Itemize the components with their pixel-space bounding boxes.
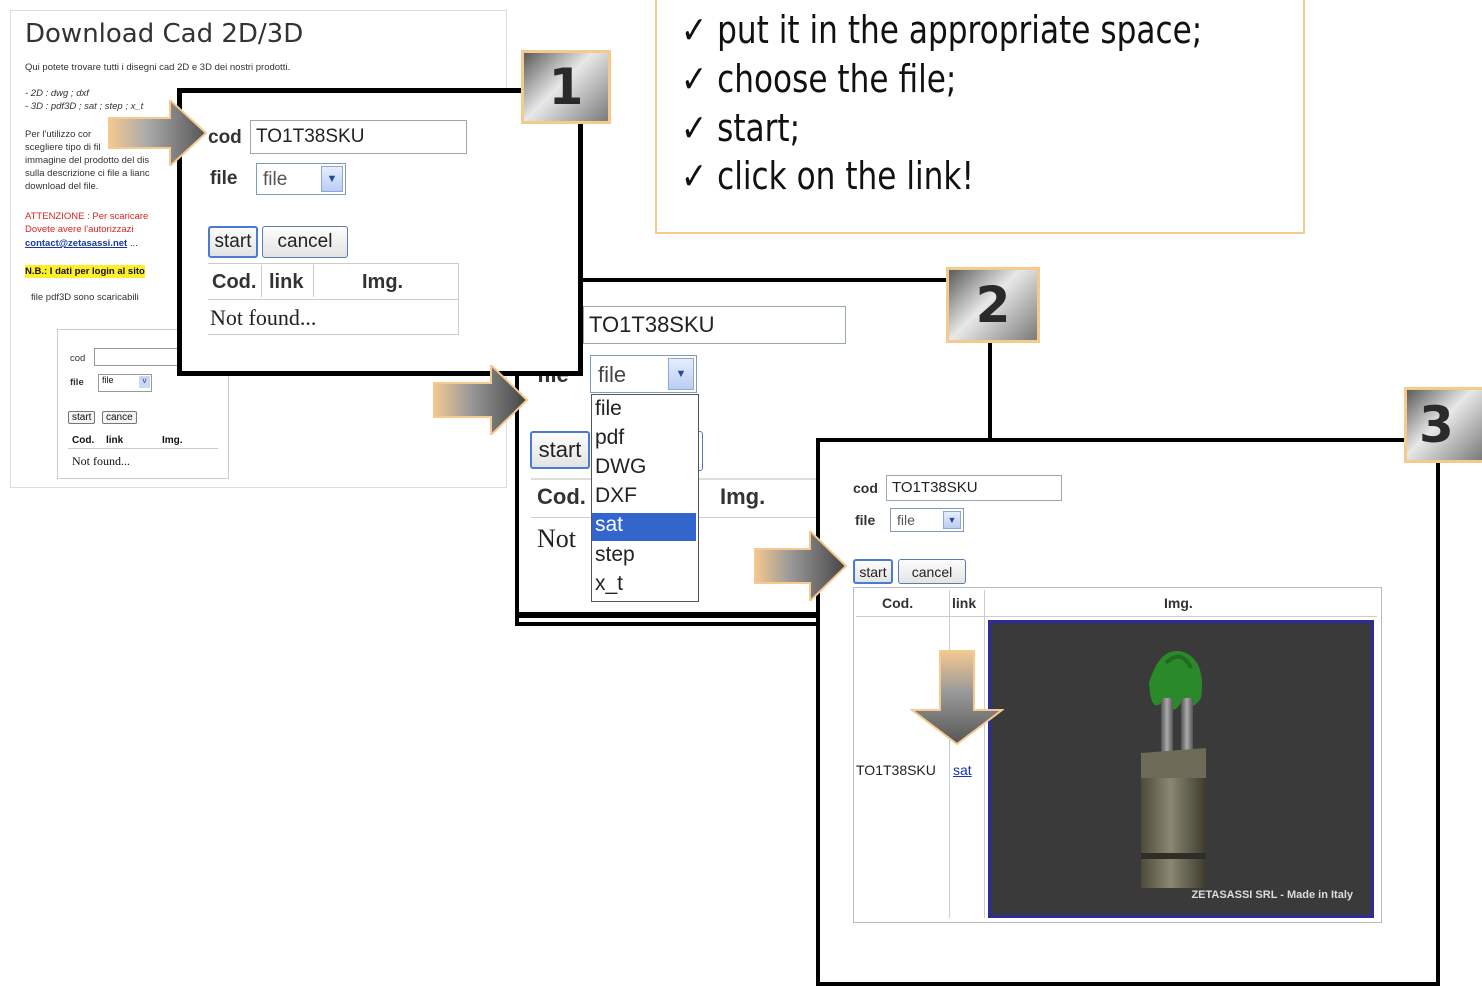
instruction-item: ✓ choose the file; bbox=[681, 57, 957, 101]
step3-file-label: file bbox=[855, 512, 876, 528]
mini-col-link: link bbox=[106, 435, 124, 446]
step-badge-3: 3 bbox=[1404, 387, 1482, 463]
dropdown-option-dwg[interactable]: DWG bbox=[595, 455, 646, 479]
step1-panel: cod TO1T38SKU file file ▼ start cancel C… bbox=[177, 88, 583, 376]
dropdown-option-pdf[interactable]: pdf bbox=[595, 426, 624, 450]
step1-cod-label: cod bbox=[208, 127, 242, 148]
chevron-down-icon[interactable]: ▼ bbox=[943, 511, 961, 529]
instruction-item: ✓ put it in the appropriate space; bbox=[681, 8, 1203, 52]
step2-col-img: Img. bbox=[720, 484, 766, 509]
step2-result: Not bbox=[537, 524, 576, 553]
arrow-right-icon bbox=[754, 531, 848, 601]
step3-cancel-button[interactable]: cancel bbox=[898, 559, 966, 584]
chevron-down-icon[interactable]: ▼ bbox=[321, 166, 343, 192]
intro-text: Qui potete trovare tutti i disegni cad 2… bbox=[25, 62, 291, 73]
email-suffix: ... bbox=[129, 238, 138, 249]
file-type-dropdown[interactable]: file pdf DWG DXF sat step x_t bbox=[591, 394, 699, 602]
step1-col-link: link bbox=[269, 271, 304, 293]
pdf-note: file pdf3D sono scaricabili bbox=[31, 292, 139, 303]
image-caption: ZETASASSI SRL - Made in Italy bbox=[1191, 889, 1353, 901]
step2-cod-input[interactable]: TO1T38SKU bbox=[583, 306, 846, 344]
product-render-image: ZETASASSI SRL - Made in Italy bbox=[988, 620, 1374, 918]
step2-start-button[interactable]: start bbox=[530, 431, 590, 469]
mini-file-label: file bbox=[70, 377, 84, 388]
mini-col-cod: Cod. bbox=[72, 435, 95, 446]
check-icon: ✓ bbox=[681, 57, 708, 101]
step3-col-cod: Cod. bbox=[882, 595, 914, 611]
step-badge-2: 2 bbox=[946, 267, 1040, 343]
arrow-right-icon bbox=[108, 100, 208, 166]
step3-file-select[interactable]: file ▼ bbox=[890, 508, 964, 532]
mini-col-img: Img. bbox=[162, 435, 183, 446]
step1-file-select[interactable]: file ▼ bbox=[256, 163, 346, 195]
step3-col-link: link bbox=[952, 595, 977, 611]
formats-2d-text: - 2D : dwg ; dxf bbox=[25, 88, 89, 99]
mini-file-select[interactable]: file v bbox=[98, 374, 152, 392]
step3-cod-input[interactable]: TO1T38SKU bbox=[886, 475, 1062, 501]
email-line: contact@zetasassi.net ... bbox=[25, 237, 138, 250]
mini-result: Not found... bbox=[72, 454, 130, 468]
step2-file-select[interactable]: file ▼ bbox=[590, 355, 697, 393]
dropdown-option-sat[interactable]: sat bbox=[592, 513, 696, 541]
check-icon: ✓ bbox=[681, 154, 708, 198]
step-badge-1: 1 bbox=[521, 50, 611, 124]
login-note: N.B.: I dati per login al sito bbox=[25, 265, 145, 278]
step1-start-button[interactable]: start bbox=[208, 226, 258, 258]
step3-start-button[interactable]: start bbox=[853, 559, 893, 584]
step1-col-cod: Cod. bbox=[212, 271, 257, 293]
usage-line: scegliere tipo di fil bbox=[25, 142, 101, 153]
step2-col-cod: Cod. bbox=[537, 484, 586, 509]
warning-line: Dovete avere l'autorizzazi bbox=[25, 224, 134, 235]
arrow-down-icon bbox=[910, 650, 1004, 746]
usage-line: download del file. bbox=[25, 181, 99, 192]
results-table: Cod. link Img. TO1T38SKU sat ZETASASSI S… bbox=[853, 587, 1382, 923]
step1-result: Not found... bbox=[210, 305, 317, 330]
mini-cod-label: cod bbox=[70, 353, 86, 364]
cad-part-illustration bbox=[1141, 651, 1206, 888]
check-icon: ✓ bbox=[681, 8, 708, 52]
dropdown-option-dxf[interactable]: DXF bbox=[595, 484, 637, 508]
step3-row-cod: TO1T38SKU bbox=[856, 762, 936, 778]
usage-line: Per l'utilizzo cor bbox=[25, 129, 92, 140]
dropdown-option-step[interactable]: step bbox=[595, 543, 635, 567]
step1-cancel-button[interactable]: cancel bbox=[262, 226, 348, 258]
instruction-item: ✓ start; bbox=[681, 106, 801, 150]
sat-download-link[interactable]: sat bbox=[953, 762, 972, 778]
dropdown-option-xt[interactable]: x_t bbox=[595, 572, 623, 596]
chevron-down-icon[interactable]: ▼ bbox=[668, 358, 694, 390]
mini-start-button[interactable]: start bbox=[68, 411, 96, 424]
email-link[interactable]: contact@zetasassi.net bbox=[25, 238, 127, 249]
instruction-item: ✓ click on the link! bbox=[681, 154, 974, 198]
step3-cod-label: cod bbox=[853, 480, 878, 496]
step1-col-img: Img. bbox=[362, 271, 404, 293]
arrow-right-icon bbox=[433, 365, 529, 435]
dropdown-option-file[interactable]: file bbox=[595, 397, 622, 421]
instructions-box: ✓ put it in the appropriate space; ✓ choos… bbox=[655, 0, 1305, 234]
step1-cod-input[interactable]: TO1T38SKU bbox=[250, 120, 467, 154]
check-icon: ✓ bbox=[681, 106, 708, 150]
step3-col-img: Img. bbox=[1164, 595, 1193, 611]
usage-line: sulla descrizione ci file a lianc bbox=[25, 168, 150, 179]
mini-cancel-button[interactable]: cance bbox=[102, 411, 137, 424]
step1-file-label: file bbox=[210, 168, 238, 189]
page-title: Download Cad 2D/3D bbox=[25, 19, 304, 49]
warning-line: ATTENZIONE : Per scaricare bbox=[25, 211, 149, 222]
